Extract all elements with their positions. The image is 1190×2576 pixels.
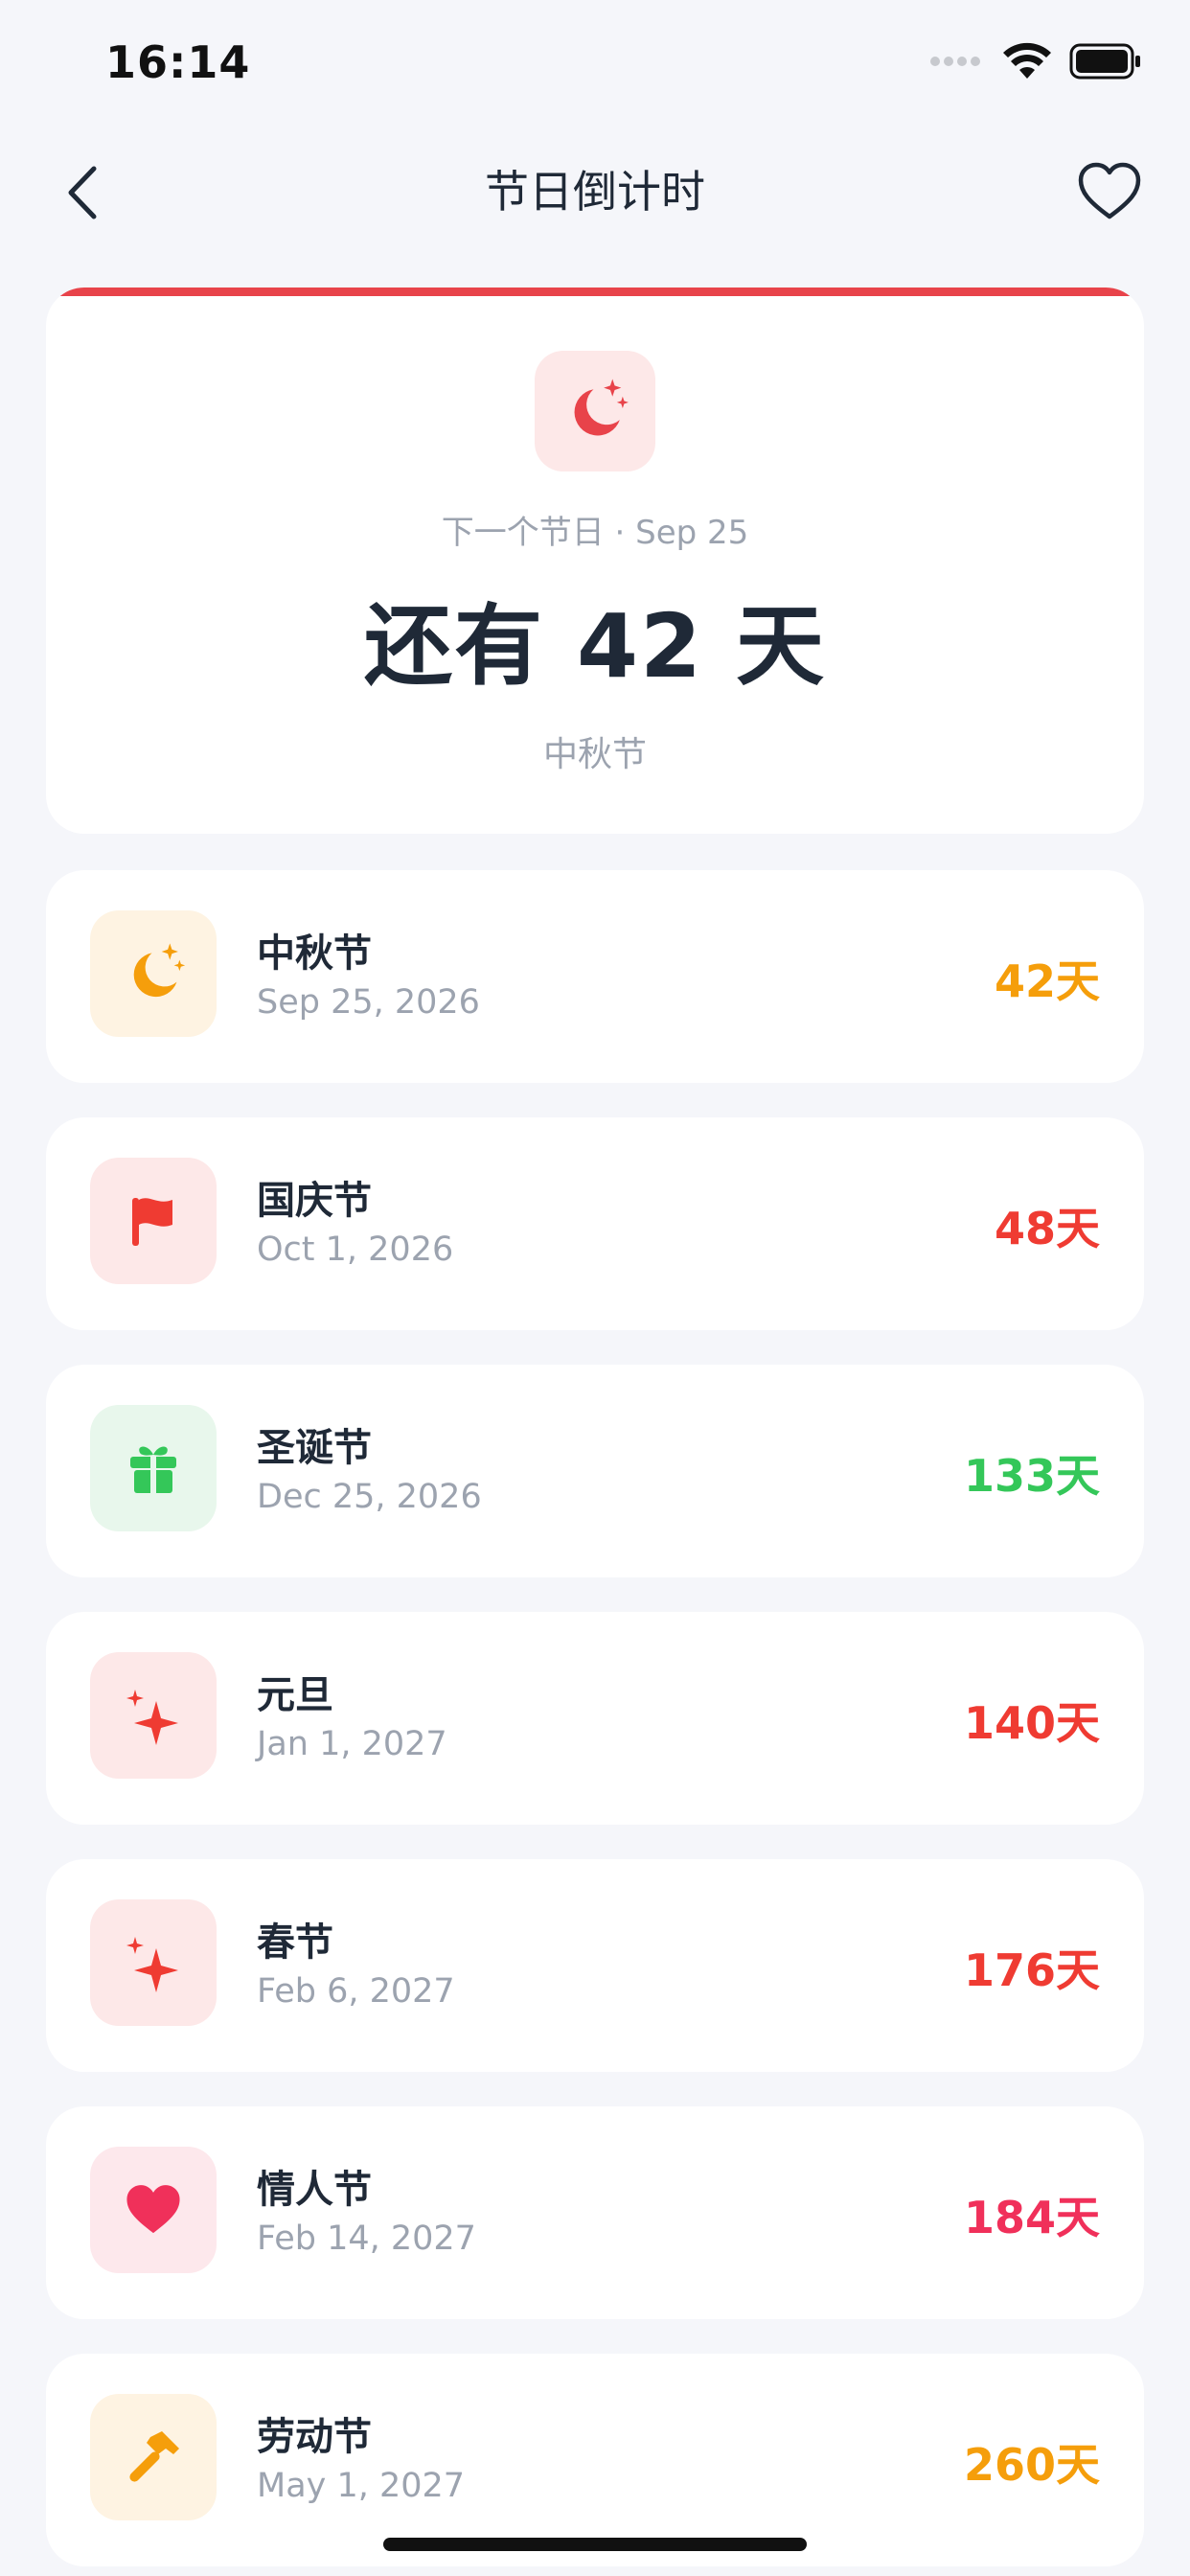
battery-icon [1069, 43, 1140, 80]
favorite-button[interactable] [1075, 157, 1144, 226]
heart-outline-icon [1078, 162, 1141, 219]
holiday-item-labor-day[interactable]: 劳动节 May 1, 2027 260天 [46, 2354, 1144, 2566]
next-holiday-subtitle: 下一个节日 · Sep 25 [441, 514, 749, 552]
holiday-days-left: 48天 [994, 1203, 1100, 1254]
holiday-name: 春节 [257, 1920, 333, 1965]
status-icons [929, 42, 1142, 80]
holiday-item-national-day[interactable]: 国庆节 Oct 1, 2026 48天 [46, 1117, 1144, 1330]
heart-icon [126, 2185, 180, 2234]
holiday-icon-box [90, 1158, 217, 1284]
holiday-date: Jan 1, 2027 [257, 1725, 447, 1763]
holiday-name: 圣诞节 [257, 1426, 372, 1470]
holiday-name: 劳动节 [257, 2415, 372, 2459]
holiday-days-left: 184天 [963, 2192, 1100, 2243]
holiday-name: 元旦 [257, 1673, 333, 1717]
holiday-days-left: 42天 [994, 955, 1100, 1007]
holiday-item-new-year[interactable]: 元旦 Jan 1, 2027 140天 [46, 1612, 1144, 1825]
holiday-item-christmas[interactable]: 圣诞节 Dec 25, 2026 133天 [46, 1365, 1144, 1577]
wifi-icon [1003, 42, 1051, 79]
holiday-name: 情人节 [257, 2168, 372, 2212]
status-time: 16:14 [105, 36, 251, 88]
holiday-days-left: 176天 [963, 1944, 1100, 1996]
hammer-icon [129, 2431, 179, 2482]
sparkles-icon [126, 1937, 178, 1992]
holiday-date: Oct 1, 2026 [257, 1230, 454, 1269]
holiday-icon-box [90, 2147, 217, 2273]
holiday-icon-box [90, 1405, 217, 1531]
status-bar: 16:14 [0, 0, 1190, 134]
holiday-date: Feb 14, 2027 [257, 2220, 476, 2258]
page-title: 节日倒计时 [485, 166, 705, 218]
hero-icon-box [535, 351, 655, 472]
holiday-date: Sep 25, 2026 [257, 983, 480, 1022]
holiday-item-spring-festival[interactable]: 春节 Feb 6, 2027 176天 [46, 1859, 1144, 2072]
next-holiday-name: 中秋节 [542, 735, 647, 774]
holiday-date: Feb 6, 2027 [257, 1972, 455, 2011]
holiday-icon-box [90, 910, 217, 1037]
holiday-icon-box [90, 2394, 217, 2520]
gift-icon [130, 1446, 176, 1493]
navigation-bar: 节日倒计时 [0, 134, 1190, 249]
holiday-days-left: 260天 [963, 2439, 1100, 2491]
flag-icon [132, 1198, 172, 1246]
holiday-name: 国庆节 [257, 1179, 372, 1223]
countdown-text: 还有 42 天 [363, 595, 827, 698]
moon-stars-icon [574, 379, 629, 436]
next-holiday-card[interactable]: 下一个节日 · Sep 25 还有 42 天 中秋节 [46, 288, 1144, 834]
holiday-days-left: 140天 [963, 1697, 1100, 1749]
cellular-signal-icon [930, 57, 980, 66]
moon-stars-icon [133, 943, 186, 998]
holiday-date: Dec 25, 2026 [257, 1478, 482, 1516]
holiday-days-left: 133天 [963, 1450, 1100, 1502]
holiday-icon-box [90, 1899, 217, 2026]
holiday-item-mid-autumn[interactable]: 中秋节 Sep 25, 2026 42天 [46, 870, 1144, 1083]
holiday-name: 中秋节 [257, 932, 372, 976]
sparkles-icon [126, 1690, 178, 1745]
accent-bar [46, 288, 1144, 296]
holiday-icon-box [90, 1652, 217, 1779]
holiday-date: May 1, 2027 [257, 2467, 466, 2505]
holiday-item-valentines-day[interactable]: 情人节 Feb 14, 2027 184天 [46, 2106, 1144, 2319]
home-indicator [383, 2538, 807, 2551]
